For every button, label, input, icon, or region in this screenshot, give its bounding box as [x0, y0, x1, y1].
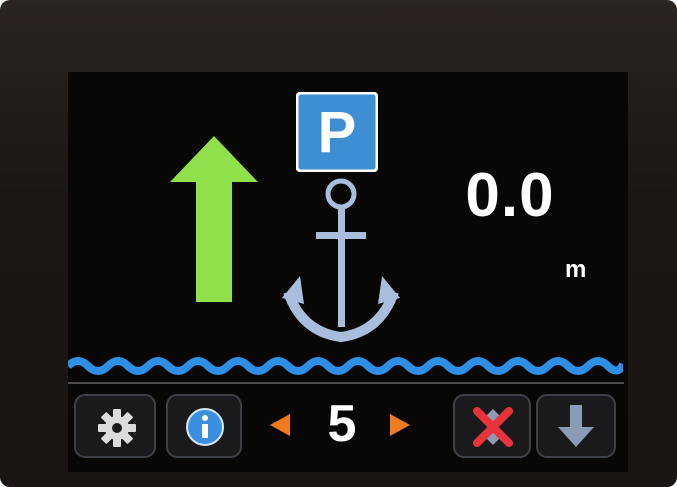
up-arrow-icon — [170, 136, 258, 302]
gear-icon — [98, 409, 136, 447]
water-wave — [68, 357, 623, 375]
info-button[interactable] — [166, 394, 242, 458]
cancel-button[interactable] — [453, 394, 531, 458]
arrow-down-icon — [558, 405, 594, 447]
down-button[interactable] — [536, 394, 616, 458]
anchor-icon — [282, 178, 400, 342]
count-value: 5 — [327, 395, 357, 453]
distance-value: 0.0 — [465, 161, 555, 230]
info-icon — [186, 408, 224, 446]
divider — [68, 382, 624, 384]
parking-sign-icon: P — [296, 92, 378, 172]
parking-letter: P — [318, 100, 357, 165]
arrow-left-icon[interactable] — [270, 414, 290, 436]
arrow-right-icon[interactable] — [390, 414, 410, 436]
settings-button[interactable] — [74, 394, 156, 458]
device-bezel: P 0.0 m 5 — [0, 0, 677, 487]
distance-unit: m — [565, 256, 587, 283]
cancel-icon — [473, 407, 513, 447]
